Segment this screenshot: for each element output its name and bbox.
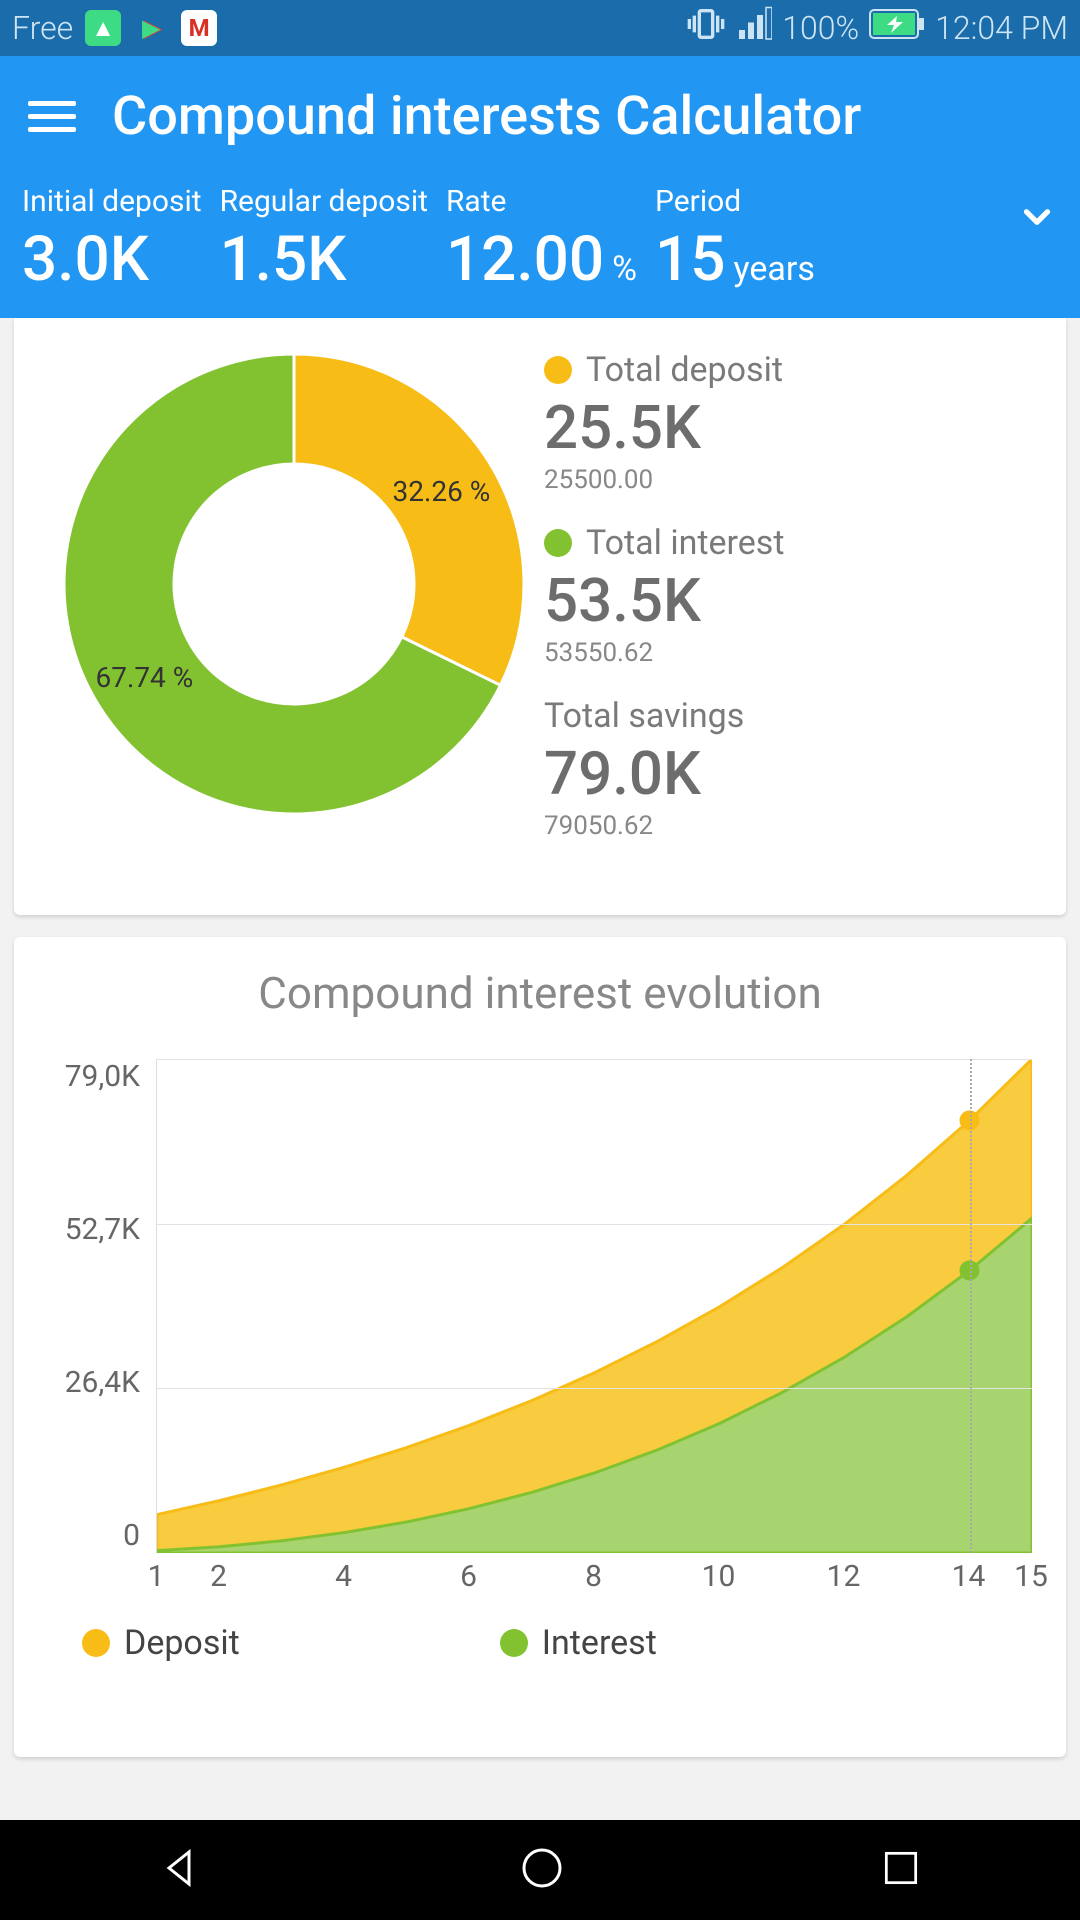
param-initial-deposit[interactable]: Initial deposit 3.0K xyxy=(22,184,202,296)
home-icon[interactable] xyxy=(518,1844,566,1896)
legend-deposit: Deposit xyxy=(82,1623,240,1663)
param-regular-deposit[interactable]: Regular deposit 1.5K xyxy=(220,184,428,296)
clock: 12:04 PM xyxy=(935,9,1068,47)
stat-label: Total interest xyxy=(586,523,784,563)
stat-subvalue: 53550.62 xyxy=(544,638,1036,668)
android-nav-bar xyxy=(0,1820,1080,1920)
battery-percent: 100% xyxy=(782,9,859,47)
recents-icon[interactable] xyxy=(879,1846,923,1894)
param-value: 1.5K xyxy=(220,223,347,296)
android-icon: ▲ xyxy=(85,10,121,46)
summary-card: 32.26 % 67.74 % Total deposit 25.5K 2550… xyxy=(14,318,1066,915)
stat-total-savings: Total savings 79.0K 79050.62 xyxy=(544,696,1036,841)
param-rate[interactable]: Rate 12.00 % xyxy=(446,184,637,296)
dot-icon xyxy=(500,1629,528,1657)
param-unit: % xyxy=(612,249,637,289)
status-bar: Free ▲ ▶ M 100% 12:04 PM xyxy=(0,0,1080,56)
param-unit: years xyxy=(734,249,815,289)
gmail-icon: M xyxy=(181,10,217,46)
donut-chart: 32.26 % 67.74 % xyxy=(54,344,534,824)
vibrate-icon xyxy=(686,4,726,52)
stat-label: Total savings xyxy=(544,696,744,736)
legend-label: Interest xyxy=(542,1623,657,1663)
param-label: Initial deposit xyxy=(22,184,202,219)
legend-label: Deposit xyxy=(124,1623,240,1663)
stat-value: 25.5K xyxy=(544,392,1036,463)
stat-subvalue: 79050.62 xyxy=(544,811,1036,841)
stat-total-interest: Total interest 53.5K 53550.62 xyxy=(544,523,1036,668)
battery-icon xyxy=(869,9,925,47)
dot-icon xyxy=(544,529,572,557)
page-title: Compound interests Calculator xyxy=(112,85,861,148)
param-label: Regular deposit xyxy=(220,184,428,219)
donut-slice-label-interest: 67.74 % xyxy=(95,661,193,694)
app-bar: Compound interests Calculator Initial de… xyxy=(0,56,1080,318)
stat-label: Total deposit xyxy=(586,350,783,390)
play-store-icon: ▶ xyxy=(133,10,169,46)
stat-subvalue: 25500.00 xyxy=(544,465,1036,495)
parameters-row[interactable]: Initial deposit 3.0K Regular deposit 1.5… xyxy=(0,176,1080,318)
param-period[interactable]: Period 15 years xyxy=(655,184,815,296)
param-value: 3.0K xyxy=(22,223,149,296)
dot-icon xyxy=(544,356,572,384)
area-chart: 79,0K52,7K26,4K0 1246810121415 xyxy=(38,1059,1042,1599)
param-value: 15 xyxy=(655,223,725,296)
legend-interest: Interest xyxy=(500,1623,657,1663)
chevron-down-icon[interactable] xyxy=(1016,184,1058,242)
signal-icon xyxy=(736,6,772,50)
chart-title: Compound interest evolution xyxy=(38,967,1042,1019)
back-icon[interactable] xyxy=(157,1844,205,1896)
carrier-label: Free xyxy=(12,9,73,47)
param-value: 12.00 xyxy=(446,223,604,296)
menu-icon[interactable] xyxy=(28,101,76,132)
evolution-card: Compound interest evolution 79,0K52,7K26… xyxy=(14,937,1066,1757)
param-label: Rate xyxy=(446,184,637,219)
stat-value: 79.0K xyxy=(544,738,1036,809)
stat-total-deposit: Total deposit 25.5K 25500.00 xyxy=(544,350,1036,495)
param-label: Period xyxy=(655,184,815,219)
dot-icon xyxy=(82,1629,110,1657)
stat-value: 53.5K xyxy=(544,565,1036,636)
donut-slice-label-deposit: 32.26 % xyxy=(393,475,491,508)
area-legend: Deposit Interest xyxy=(38,1599,1042,1663)
